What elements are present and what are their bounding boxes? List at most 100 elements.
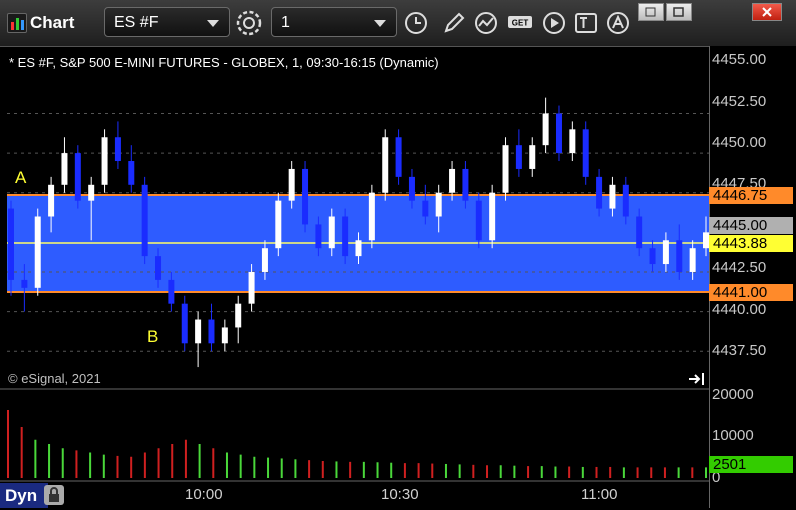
candle-body <box>689 248 696 272</box>
candle-body <box>475 200 482 241</box>
volume-bar <box>157 448 160 478</box>
candle-body <box>555 113 562 154</box>
volume-bar <box>486 465 489 478</box>
volume-bar <box>417 463 420 478</box>
volume-bar <box>130 456 133 478</box>
time-tick: 11:00 <box>581 486 618 503</box>
label-a: A <box>15 168 27 187</box>
volume-bar <box>444 463 447 478</box>
volume-bar <box>308 460 311 478</box>
volume-bar <box>458 464 461 478</box>
price-chart[interactable] <box>0 0 796 508</box>
volume-bar <box>595 466 598 478</box>
candle-body <box>261 248 268 272</box>
candle-body <box>489 192 496 241</box>
price-tick: 4452.50 <box>712 93 767 110</box>
lock-icon <box>44 485 64 505</box>
volume-bar <box>540 466 543 478</box>
volume-bar <box>499 465 502 478</box>
volume-bar <box>705 467 707 478</box>
volume-bar <box>663 467 666 478</box>
volume-bar <box>253 456 256 478</box>
candle-body <box>114 137 121 162</box>
candle-body <box>676 240 683 272</box>
candle-body <box>235 303 242 328</box>
candle-body <box>195 319 202 344</box>
volume-bar <box>116 455 119 478</box>
volume-bar <box>390 462 393 478</box>
chart-title: * ES #F, S&P 500 E-MINI FUTURES - GLOBEX… <box>9 55 439 70</box>
volume-bar <box>294 459 297 478</box>
volume-bar <box>349 461 352 478</box>
volume-bar <box>20 427 23 478</box>
scroll-to-end-icon[interactable] <box>688 371 706 387</box>
candle-body <box>582 129 589 177</box>
candle-body <box>382 137 389 193</box>
candle-body <box>8 208 14 280</box>
candle-body <box>662 240 669 265</box>
candle-body <box>355 240 362 257</box>
candle-body <box>101 137 108 185</box>
candle-body <box>622 184 629 217</box>
candle-body <box>288 168 295 201</box>
candle-body <box>395 137 402 177</box>
volume-bar <box>48 444 51 478</box>
volume-bar <box>677 467 680 478</box>
candle-body <box>328 216 335 249</box>
volume-bar <box>335 461 338 478</box>
volume-bar <box>212 448 215 478</box>
candle-body <box>34 216 41 288</box>
volume-bar <box>650 467 653 478</box>
volume-tag: 2501 <box>709 456 793 473</box>
candle-body <box>542 113 549 146</box>
candle-body <box>515 145 522 169</box>
volume-bar <box>691 467 694 478</box>
candle-body <box>181 303 188 344</box>
candle-body <box>569 129 576 154</box>
volume-bar <box>89 452 92 478</box>
volume-bar <box>225 452 228 478</box>
volume-bar <box>61 448 64 478</box>
candle-body <box>368 192 375 241</box>
candle-body <box>208 319 215 344</box>
candle-body <box>502 145 509 193</box>
candle-body <box>529 145 536 169</box>
volume-bar <box>34 439 37 478</box>
label-b: B <box>147 327 159 346</box>
price-tick: 4455.00 <box>712 51 767 68</box>
candle-body <box>649 248 656 265</box>
volume-bar <box>171 444 174 478</box>
volume-bar <box>267 457 270 478</box>
volume-tick: 20000 <box>712 386 754 403</box>
price-tag-upper: 4446.75 <box>709 187 793 204</box>
volume-bar <box>622 467 625 478</box>
candle-body <box>342 216 349 257</box>
candle-body <box>636 216 643 249</box>
volume-bar <box>184 439 187 478</box>
volume-bar <box>280 458 283 478</box>
candle-body <box>462 168 469 201</box>
candle-body <box>422 200 429 217</box>
price-tick: 4450.00 <box>712 134 767 151</box>
candle-body <box>248 271 255 304</box>
candle-body <box>275 200 282 249</box>
volume-bar <box>102 454 105 478</box>
price-tick: 4437.50 <box>712 342 767 359</box>
volume-bar <box>581 466 584 478</box>
candle-body <box>315 224 322 249</box>
volume-bars <box>7 410 707 478</box>
price-tick: 4442.50 <box>712 259 767 276</box>
price-tick: 4440.00 <box>712 301 767 318</box>
dynamic-button[interactable]: Dyn <box>0 483 64 508</box>
volume-bar <box>239 454 242 478</box>
price-tag-lower: 4441.00 <box>709 284 793 301</box>
volume-bar <box>568 466 571 478</box>
volume-tick: 10000 <box>712 427 754 444</box>
volume-bar <box>609 466 612 478</box>
candle-body <box>596 176 603 209</box>
volume-bar <box>636 467 639 478</box>
candle-body <box>48 184 55 217</box>
volume-bar <box>75 450 78 478</box>
volume-bar <box>472 464 475 478</box>
candle-body <box>141 184 148 257</box>
